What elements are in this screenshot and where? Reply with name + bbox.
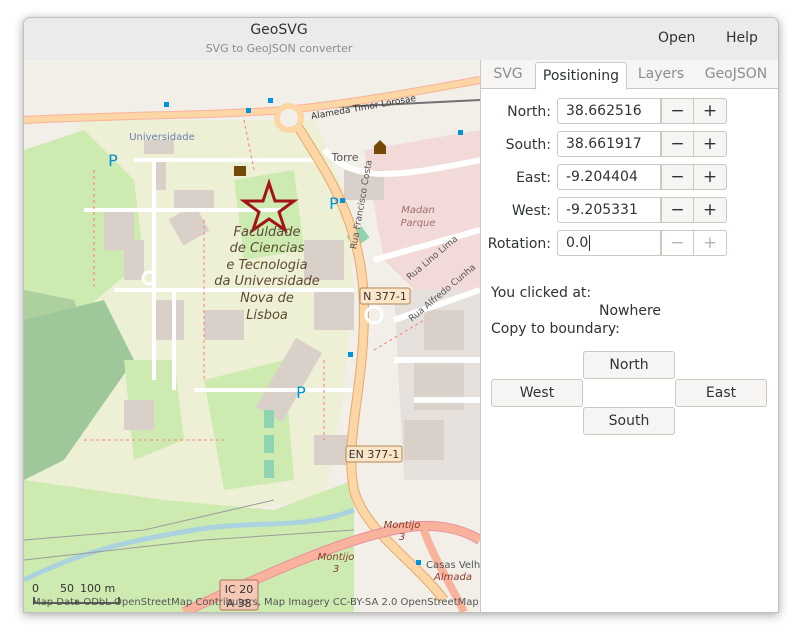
window-title: GeoSVG xyxy=(250,22,308,38)
east-decrement-button[interactable]: − xyxy=(661,164,694,190)
rotation-input[interactable]: 0.0 xyxy=(557,230,661,256)
scale-0: 0 xyxy=(32,582,39,595)
copy-boundary-label: Copy to boundary: xyxy=(491,321,620,337)
window-subtitle: SVG to GeoJSON converter xyxy=(205,42,353,55)
map-label-ic20: IC 20 xyxy=(225,583,253,596)
tab-bar: SVG Positioning Layers GeoJSON xyxy=(481,60,778,90)
clicked-at-label: You clicked at: xyxy=(491,285,592,301)
map-label-casas: Casas Velh xyxy=(426,560,480,571)
west-decrement-button[interactable]: − xyxy=(661,197,694,223)
open-button[interactable]: Open xyxy=(650,28,703,48)
west-increment-button[interactable]: + xyxy=(694,197,727,223)
tab-positioning[interactable]: Positioning xyxy=(535,62,627,90)
rotation-increment-button[interactable]: + xyxy=(694,230,727,256)
tab-layers[interactable]: Layers xyxy=(629,60,693,88)
parking-icon: P xyxy=(296,383,306,402)
side-panel: SVG Positioning Layers GeoJSON North: 38… xyxy=(480,60,778,612)
parking-icon: P xyxy=(108,151,118,170)
rotation-value: 0.0 xyxy=(566,235,589,251)
scale-50: 50 xyxy=(60,582,74,595)
app-window: GeoSVG SVG to GeoJSON converter Open Hel… xyxy=(23,17,779,613)
header-bar: GeoSVG SVG to GeoJSON converter Open Hel… xyxy=(24,18,778,61)
text-caret xyxy=(589,235,591,251)
map-label-faculty-6: Lisboa xyxy=(246,308,288,323)
south-label: South: xyxy=(505,137,551,153)
scale-100: 100 m xyxy=(80,582,115,595)
north-increment-button[interactable]: + xyxy=(694,98,727,124)
copy-north-button[interactable]: North xyxy=(583,351,675,379)
tab-geojson[interactable]: GeoJSON xyxy=(695,60,777,88)
map-view[interactable]: Universidade Faculdade de Ciencias e Tec… xyxy=(24,60,480,612)
library-icon xyxy=(234,166,246,176)
map-label-en377: EN 377-1 xyxy=(349,448,400,461)
map-label-madan-1: Madan xyxy=(401,205,435,216)
copy-west-button[interactable]: West xyxy=(491,379,583,407)
south-increment-button[interactable]: + xyxy=(694,131,727,157)
map-label-madan-2: Parque xyxy=(400,218,435,229)
south-decrement-button[interactable]: − xyxy=(661,131,694,157)
east-input[interactable]: -9.204404 xyxy=(557,164,661,190)
map-label-montijo-2-num: 3 xyxy=(333,564,339,575)
map-label-university: Universidade xyxy=(129,132,195,143)
east-increment-button[interactable]: + xyxy=(694,164,727,190)
parking-icon: P xyxy=(329,194,339,213)
map-label-montijo-1-num: 3 xyxy=(399,532,405,543)
map-label-faculty-1: Faculdade xyxy=(234,225,301,240)
north-decrement-button[interactable]: − xyxy=(661,98,694,124)
tab-svg[interactable]: SVG xyxy=(483,60,533,88)
map-label-faculty-3: e Tecnologia xyxy=(226,258,307,273)
north-label: North: xyxy=(507,104,551,120)
map-label-n377: N 377-1 xyxy=(363,290,407,303)
east-label: East: xyxy=(516,170,551,186)
west-label: West: xyxy=(511,203,551,219)
help-button[interactable]: Help xyxy=(718,28,766,48)
map-label-torre: Torre xyxy=(331,151,359,164)
map-label-faculty-2: de Ciencias xyxy=(230,241,305,256)
clicked-at-value: Nowhere xyxy=(598,303,662,319)
map-label-faculty-4: da Universidade xyxy=(214,274,320,289)
rotation-decrement-button[interactable]: − xyxy=(661,230,694,256)
copy-south-button[interactable]: South xyxy=(583,407,675,435)
north-input[interactable]: 38.662516 xyxy=(557,98,661,124)
map-label-montijo-1: Montijo xyxy=(384,520,421,531)
map-label-almada: Almada xyxy=(433,572,472,583)
map-label-montijo-2: Montijo xyxy=(318,552,355,563)
copy-east-button[interactable]: East xyxy=(675,379,767,407)
west-input[interactable]: -9.205331 xyxy=(557,197,661,223)
map-canvas[interactable]: Universidade Faculdade de Ciencias e Tec… xyxy=(24,60,480,612)
map-label-faculty-5: Nova de xyxy=(240,291,294,306)
south-input[interactable]: 38.661917 xyxy=(557,131,661,157)
map-attribution[interactable]: Map Data ODbL OpenStreetMap Contributors… xyxy=(32,597,479,608)
rotation-label: Rotation: xyxy=(487,236,551,252)
